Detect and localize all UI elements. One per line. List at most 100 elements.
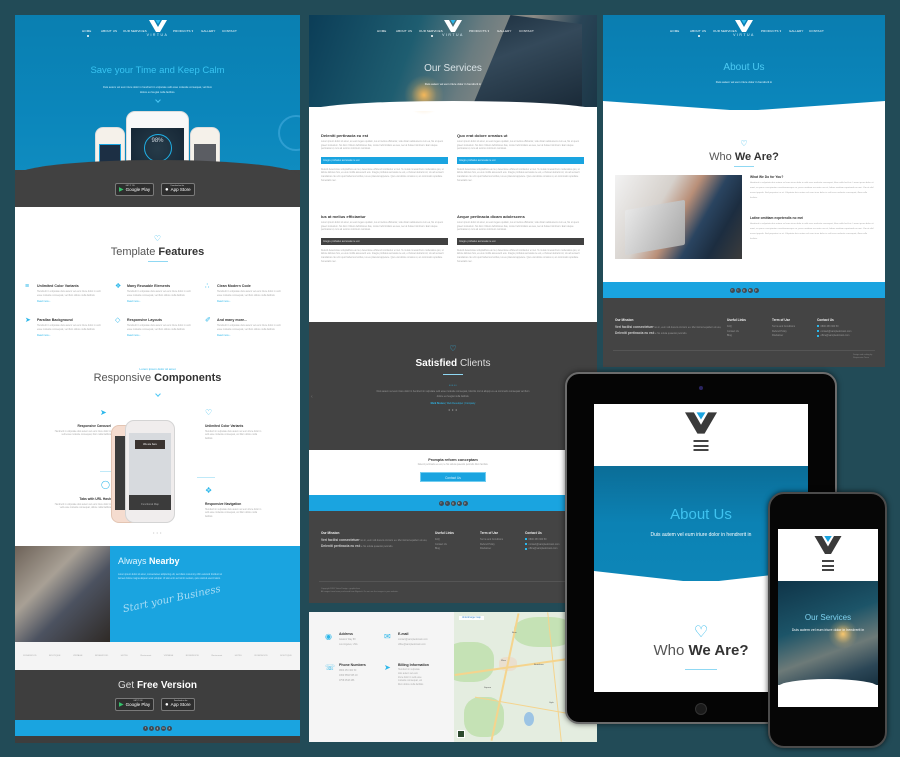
linkedin-icon[interactable]: in	[456, 500, 462, 506]
footer-link[interactable]: Blog	[727, 334, 746, 339]
paper-plane-icon: ➤	[384, 663, 391, 672]
nav-services[interactable]: OUR SERVICES	[419, 29, 443, 37]
features-grid: ≡ Unlimited Color Variants Hendrerit in vu…	[25, 283, 295, 337]
testimonial-quote: Duis autem vel eum iriure dolor in hendr…	[376, 390, 530, 398]
nav-contact[interactable]: CONTACT	[809, 29, 824, 33]
map-label: Sopron	[484, 687, 492, 689]
virtua-logo[interactable]: VIRTUA	[733, 20, 755, 37]
nav-gallery[interactable]: GALLERY	[789, 29, 804, 33]
linkedin-icon[interactable]: in	[161, 725, 166, 731]
read-more-link[interactable]: Read more ›	[37, 334, 102, 337]
signature: Start your Business	[121, 583, 222, 616]
logo-v-icon	[685, 412, 717, 434]
nav-contact[interactable]: CONTACT	[222, 29, 237, 33]
who-title: Who We Are?	[603, 151, 885, 163]
footer-email[interactable]: office@sampledomain.com	[817, 334, 851, 339]
chevron-left-icon[interactable]: ‹	[311, 394, 313, 400]
read-more-link[interactable]: Read more ›	[217, 334, 282, 337]
read-more-link[interactable]: Read more ›	[127, 300, 192, 303]
bottom-strip	[15, 736, 300, 743]
paper-plane-icon: ➤	[100, 408, 107, 417]
nav-home[interactable]: HOME	[377, 29, 386, 33]
google-plus-icon[interactable]: g	[155, 725, 160, 731]
larger-map-button[interactable]: Unlock larger map	[459, 616, 484, 620]
feature-item: ∴ Clean Modern Code Hendrerit in vulputate…	[205, 283, 295, 303]
pinterest-icon[interactable]: p	[167, 725, 172, 731]
nav-products[interactable]: PRODUCTS ▾	[469, 29, 489, 33]
map-label: Brno	[512, 632, 517, 634]
nav-about[interactable]: ABOUT US	[101, 29, 117, 33]
nav-about[interactable]: ABOUT US	[690, 29, 706, 37]
nav-home[interactable]: HOME	[82, 29, 91, 37]
pinterest-icon[interactable]: p	[462, 500, 468, 506]
chevron-down-icon[interactable]	[154, 97, 161, 103]
read-more-link[interactable]: Read more ›	[127, 334, 192, 337]
progress-value: 98%	[151, 138, 164, 144]
app-store-button[interactable]: ● Download on the App Store	[161, 183, 195, 196]
home-button[interactable]	[695, 703, 707, 715]
chevron-down-icon	[154, 391, 161, 397]
feature-desc: Hendrerit in vulputate duis autem vel eu…	[127, 290, 191, 297]
read-more-link[interactable]: Read more ›	[37, 300, 102, 303]
app-store-button[interactable]: ● Download on the App Store	[161, 698, 195, 711]
footer-link[interactable]: Terms and Conditions	[480, 538, 503, 543]
map-pin-icon: ◉	[325, 632, 332, 641]
facebook-icon[interactable]: f	[729, 287, 735, 293]
google-play-button[interactable]: ▶ GET IT ON Google Play	[115, 698, 155, 711]
hero-wave	[778, 679, 878, 687]
contact-line[interactable]: office@sampledomain.com	[398, 643, 453, 648]
contact-page-preview: ◉ Address Aviation Way 88 Los Angeles, USA …	[309, 612, 597, 742]
footer-link[interactable]: Disclaimer	[772, 334, 795, 339]
facebook-icon[interactable]: f	[438, 500, 444, 506]
service-text: Delenit deseruisse voluptatibus ea mei, …	[457, 249, 580, 263]
hamburger-menu-icon[interactable]	[822, 560, 834, 574]
carousel-dots[interactable]: • • •	[15, 530, 300, 535]
twitter-icon[interactable]: t	[735, 287, 741, 293]
nav-about[interactable]: ABOUT US	[396, 29, 412, 33]
nav-home[interactable]: HOME	[670, 29, 679, 33]
twitter-icon[interactable]: t	[444, 500, 450, 506]
contact-line: Los Angeles, USA	[339, 644, 358, 646]
nav-products[interactable]: PRODUCTS ▾	[761, 29, 781, 33]
component-desc: Hendrerit in vulputate duis autem vel eu…	[205, 508, 262, 518]
google-play-button[interactable]: ▶ GET IT ON Google Play	[115, 183, 155, 196]
hamburger-menu-icon[interactable]	[693, 440, 709, 454]
footer-heading: Term of Use	[480, 531, 499, 535]
testimonial-author: Mark Stones | Web Developer | Company	[309, 402, 597, 405]
feature-desc: Hendrerit in vulputate duis autem vel eu…	[127, 324, 191, 331]
main-nav: HOME ABOUT US OUR SERVICES VIRTUA PRODUC…	[15, 15, 300, 55]
google-plus-icon[interactable]: g	[450, 500, 456, 506]
nav-contact[interactable]: CONTACT	[519, 29, 534, 33]
google-plus-icon[interactable]: g	[741, 287, 747, 293]
nav-gallery[interactable]: GALLERY	[497, 29, 512, 33]
read-more-link[interactable]: Read more ›	[217, 300, 282, 303]
nav-gallery[interactable]: GALLERY	[201, 29, 216, 33]
linkedin-icon[interactable]: in	[747, 287, 753, 293]
footer-link[interactable]: Disclaimer	[480, 547, 503, 552]
service-highlight: Integre probatus accusata ne est	[321, 237, 448, 245]
facebook-icon[interactable]: f	[143, 725, 148, 731]
feature-desc: Hendrerit in vulputate duis autem vel eu…	[217, 324, 281, 331]
footer-link[interactable]: Terms and Conditions	[772, 325, 795, 330]
footer-link[interactable]: Blog	[435, 547, 454, 552]
author-role: | Web Developer | Company	[444, 402, 476, 405]
footer-divider	[613, 350, 875, 351]
footer-email[interactable]: office@sampledomain.com	[525, 547, 559, 552]
contact-us-button[interactable]: Contact Us	[420, 472, 486, 482]
service-title: Aeque pertinacia dicam adolescens	[457, 214, 525, 219]
heart-icon: ♡	[205, 408, 213, 417]
virtua-logo[interactable]: VIRTUA	[147, 20, 169, 37]
billing-block: ➤ Billing Information Hendrerit in vulputa…	[384, 663, 443, 688]
nearby-panel: Always Nearby Lorem ipsum dolor sit amet…	[110, 546, 300, 642]
nav-services[interactable]: OUR SERVICES	[123, 29, 147, 33]
nav-products[interactable]: PRODUCTS ▾	[173, 29, 193, 33]
clients-title-bold: Satisfied	[415, 358, 458, 369]
virtua-logo[interactable]: VIRTUA	[442, 20, 464, 37]
who-header: ♡ Who We Are?	[603, 133, 885, 167]
carousel-dots[interactable]: • • •	[309, 407, 597, 412]
satellite-toggle[interactable]	[457, 730, 465, 738]
who-title-light: Who	[653, 642, 685, 659]
twitter-icon[interactable]: t	[149, 725, 154, 731]
feature-item: ✐ And many more... Hendrerit in vulputate …	[205, 317, 295, 337]
pinterest-icon[interactable]: p	[753, 287, 759, 293]
